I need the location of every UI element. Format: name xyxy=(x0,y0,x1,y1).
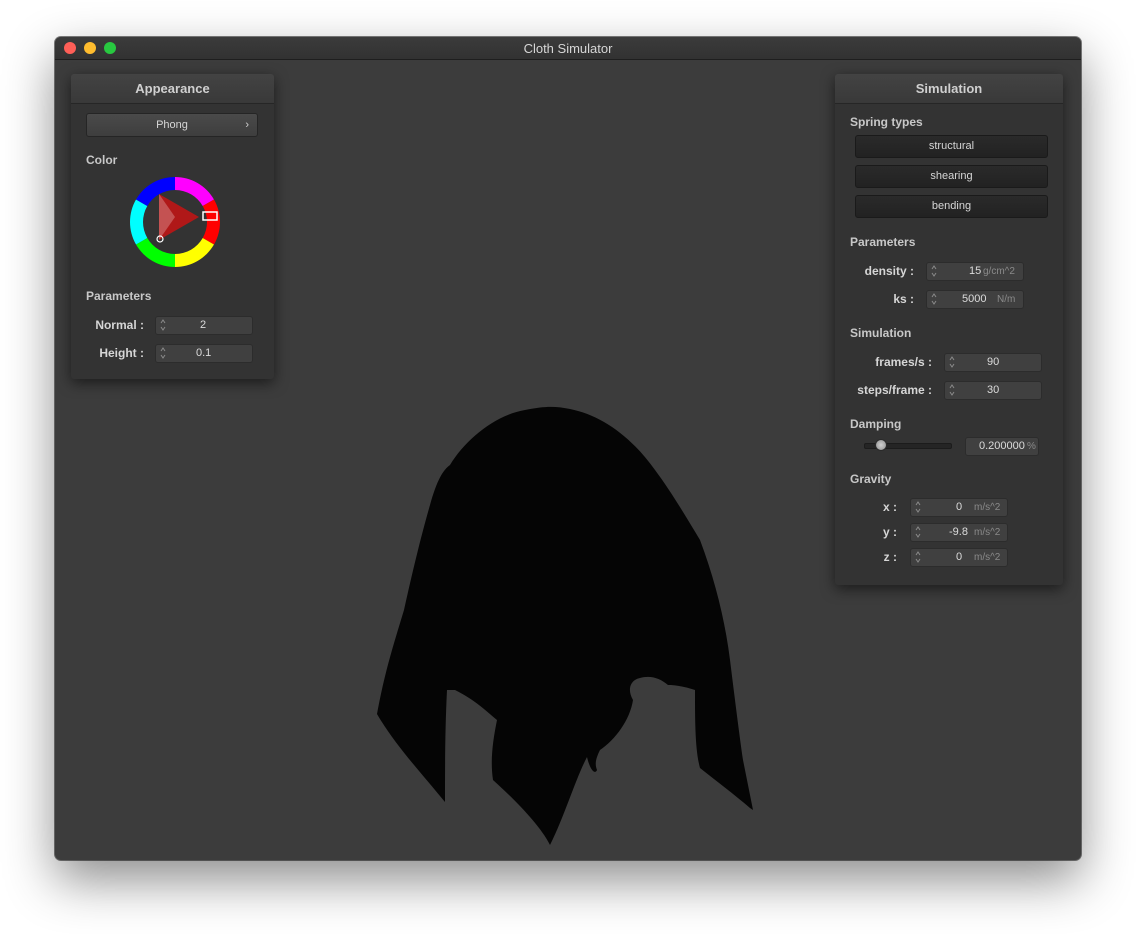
color-label: Color xyxy=(86,153,118,167)
spinner-icon[interactable] xyxy=(915,525,921,539)
density-label: density : xyxy=(864,264,914,278)
spinner-icon[interactable] xyxy=(931,264,937,278)
spinner-icon[interactable] xyxy=(160,346,166,360)
fps-input[interactable]: 90 xyxy=(944,353,1042,372)
steps-label: steps/frame : xyxy=(857,383,932,397)
shader-value: Phong xyxy=(156,119,188,131)
ks-label: ks : xyxy=(893,292,914,306)
title-bar: Cloth Simulator xyxy=(55,37,1081,60)
gravity-label: Gravity xyxy=(850,472,892,486)
chevron-right-icon: › xyxy=(245,119,249,131)
sim-parameters-label: Parameters xyxy=(850,235,916,249)
normal-label: Normal : xyxy=(95,318,144,332)
height-label: Height : xyxy=(99,346,144,360)
spinner-icon[interactable] xyxy=(949,383,955,397)
appearance-parameters-label: Parameters xyxy=(86,289,152,303)
steps-input[interactable]: 30 xyxy=(944,381,1042,400)
fps-label: frames/s : xyxy=(875,355,932,369)
simulation-panel: Simulation Spring types structural shear… xyxy=(835,74,1063,585)
shader-dropdown[interactable]: Phong › xyxy=(86,113,258,137)
damping-input[interactable]: 0.200000 % xyxy=(965,437,1039,456)
spinner-icon[interactable] xyxy=(915,550,921,564)
appearance-panel: Appearance Phong › Color Parameters Norm… xyxy=(71,74,274,379)
gravity-y-input[interactable]: -9.8 m/s^2 xyxy=(910,523,1008,542)
bending-button[interactable]: bending xyxy=(855,195,1048,218)
height-input[interactable]: 0.1 xyxy=(155,344,253,363)
structural-button[interactable]: structural xyxy=(855,135,1048,158)
appearance-panel-header: Appearance xyxy=(71,74,274,104)
density-input[interactable]: 15 g/cm^2 xyxy=(926,262,1024,281)
spinner-icon[interactable] xyxy=(915,500,921,514)
damping-slider-knob[interactable] xyxy=(875,439,888,451)
window-title: Cloth Simulator xyxy=(523,41,613,56)
simulation-panel-header: Simulation xyxy=(835,74,1063,104)
simulation-subsection-label: Simulation xyxy=(850,326,912,340)
gravity-z-input[interactable]: 0 m/s^2 xyxy=(910,548,1008,567)
spinner-icon[interactable] xyxy=(931,292,937,306)
normal-input[interactable]: 2 xyxy=(155,316,253,335)
ks-input[interactable]: 5000 N/m xyxy=(926,290,1024,309)
spinner-icon[interactable] xyxy=(949,355,955,369)
spring-types-label: Spring types xyxy=(850,115,923,129)
gravity-z-label: z : xyxy=(883,550,897,564)
color-wheel[interactable] xyxy=(125,172,225,272)
damping-label: Damping xyxy=(850,417,902,431)
app-window: Cloth Simulator Appearance Phong › Color xyxy=(55,37,1081,860)
spinner-icon[interactable] xyxy=(160,318,166,332)
gravity-y-label: y : xyxy=(882,525,897,539)
gravity-x-label: x : xyxy=(882,500,897,514)
gravity-x-input[interactable]: 0 m/s^2 xyxy=(910,498,1008,517)
shearing-button[interactable]: shearing xyxy=(855,165,1048,188)
